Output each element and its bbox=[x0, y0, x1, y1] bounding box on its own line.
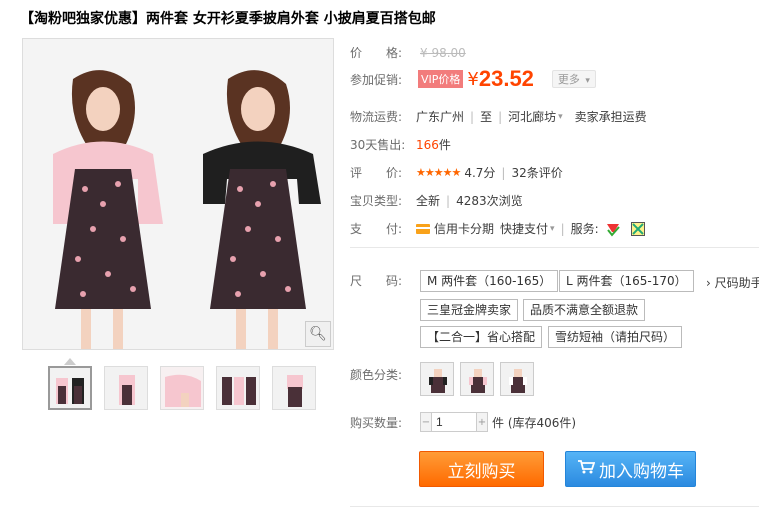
thumbnail-5[interactable] bbox=[272, 366, 316, 410]
promo-row: 参加促销: VIP价格 ¥ 23.52 更多 ▾ bbox=[350, 66, 596, 92]
magnifier-icon[interactable]: 🔍︎ bbox=[305, 321, 331, 347]
shopping-cart-icon bbox=[577, 459, 596, 479]
chevron-down-icon[interactable]: ▾ bbox=[558, 112, 563, 122]
sales-label: 30天售出: bbox=[350, 138, 406, 152]
price-label: 价 格: bbox=[350, 46, 403, 60]
buy-now-label: 立刻购买 bbox=[447, 461, 516, 482]
payment-label: 支 付: bbox=[350, 222, 403, 236]
separator: | bbox=[501, 165, 506, 180]
color-swatch-2[interactable] bbox=[460, 362, 494, 396]
ship-to-location[interactable]: 河北廊坊 bbox=[508, 108, 556, 125]
sales-count: 166 bbox=[416, 137, 439, 152]
sales-row: 30天售出: 166 件 bbox=[350, 136, 451, 153]
add-to-cart-label: 加入购物车 bbox=[599, 461, 684, 482]
size-helper-link[interactable]: › 尺码助手 bbox=[706, 274, 759, 291]
divider bbox=[350, 506, 759, 507]
add-to-cart-button[interactable]: 加入购物车 bbox=[565, 451, 696, 487]
star-rating-icon: ★★★★★ bbox=[416, 166, 461, 179]
rating-score: 4.7分 bbox=[464, 166, 496, 180]
size-option-3[interactable]: 三皇冠金牌卖家 bbox=[420, 299, 519, 321]
thumbnail-1[interactable] bbox=[48, 366, 92, 410]
separator: | bbox=[560, 221, 565, 236]
thumbnail-strip bbox=[48, 366, 316, 410]
color-swatch-1[interactable] bbox=[420, 362, 454, 396]
rating-row: 评 价: ★★★★★ 4.7分 | 32条评价 bbox=[350, 164, 563, 181]
currency-symbol: ¥ bbox=[467, 68, 479, 90]
original-price: ¥ 98.00 bbox=[420, 45, 466, 60]
thumbnail-4[interactable] bbox=[216, 366, 260, 410]
size-label: 尺 码: bbox=[350, 274, 403, 288]
buy-now-button[interactable]: 立刻购买 bbox=[419, 451, 544, 487]
thumbnail-pointer bbox=[64, 358, 76, 365]
size-option-5[interactable]: 【二合一】省心搭配 bbox=[420, 326, 543, 348]
view-count: 4283次浏览 bbox=[456, 194, 523, 208]
product-info-panel: 价 格: ¥ 98.00 参加促销: VIP价格 ¥ 23.52 更多 ▾ 物流… bbox=[350, 0, 759, 509]
quick-pay[interactable]: 快捷支付 bbox=[500, 220, 548, 237]
increment-button[interactable]: + bbox=[476, 412, 488, 432]
review-count-link[interactable]: 32条评价 bbox=[511, 164, 562, 181]
quantity-label: 购买数量: bbox=[350, 416, 403, 430]
type-row: 宝贝类型: 全新 | 4283次浏览 bbox=[350, 192, 523, 209]
product-photo bbox=[23, 39, 333, 349]
separator: | bbox=[446, 193, 451, 208]
more-label: 更多 bbox=[557, 73, 580, 86]
shipping-label: 物流运费: bbox=[350, 110, 403, 124]
rating-label: 评 价: bbox=[350, 166, 403, 180]
color-label-row: 颜色分类: bbox=[350, 366, 416, 383]
thumbnail-2[interactable] bbox=[104, 366, 148, 410]
size-option-4[interactable]: 品质不满意全额退款 bbox=[523, 299, 646, 321]
quantity-stepper: − 1 + 件 (库存406件) bbox=[420, 412, 576, 432]
quantity-input[interactable]: 1 bbox=[432, 412, 476, 432]
size-option-m[interactable]: M 两件套（160-165） bbox=[420, 270, 559, 292]
item-condition: 全新 bbox=[416, 194, 441, 208]
promo-price: 23.52 bbox=[478, 66, 534, 91]
stock-info: 件 (库存406件) bbox=[492, 415, 577, 430]
shipping-fee: 卖家承担运费 bbox=[574, 110, 647, 124]
credit-installment[interactable]: 信用卡分期 bbox=[434, 220, 494, 237]
seven-day-return-icon[interactable] bbox=[605, 221, 621, 237]
promo-label: 参加促销: bbox=[350, 72, 403, 87]
chevron-down-icon[interactable]: ▾ bbox=[550, 224, 555, 234]
quantity-label-row: 购买数量: bbox=[350, 414, 416, 431]
divider bbox=[350, 247, 759, 248]
guarantee-icon[interactable] bbox=[630, 221, 645, 236]
credit-card-icon bbox=[416, 223, 430, 234]
separator: | bbox=[498, 109, 503, 124]
more-promos-button[interactable]: 更多 ▾ bbox=[551, 70, 596, 88]
size-option-6[interactable]: 雪纺短袖（请拍尺码） bbox=[548, 326, 683, 348]
service-label: 服务: bbox=[570, 222, 599, 236]
color-swatch-3[interactable] bbox=[500, 362, 534, 396]
price-row: 价 格: ¥ 98.00 bbox=[350, 44, 466, 61]
size-option-l[interactable]: L 两件套（165-170） bbox=[559, 270, 694, 292]
type-label: 宝贝类型: bbox=[350, 194, 403, 208]
shipping-row: 物流运费: 广东广州 | 至 | 河北廊坊 ▾ 卖家承担运费 bbox=[350, 108, 647, 125]
separator: | bbox=[470, 109, 475, 124]
thumbnail-3[interactable] bbox=[160, 366, 204, 410]
color-label: 颜色分类: bbox=[350, 368, 403, 382]
sales-unit: 件 bbox=[438, 138, 451, 152]
main-product-image[interactable]: 🔍︎ bbox=[22, 38, 334, 350]
vip-tag: VIP价格 bbox=[418, 70, 464, 88]
size-label-row: 尺 码: bbox=[350, 272, 416, 289]
decrement-button[interactable]: − bbox=[420, 412, 432, 432]
payment-row: 支 付: 信用卡分期 快捷支付 ▾ | 服务: bbox=[350, 220, 645, 237]
ship-to-prefix: 至 bbox=[480, 110, 493, 124]
ship-from: 广东广州 bbox=[416, 110, 465, 124]
chevron-down-icon: ▾ bbox=[585, 76, 590, 86]
